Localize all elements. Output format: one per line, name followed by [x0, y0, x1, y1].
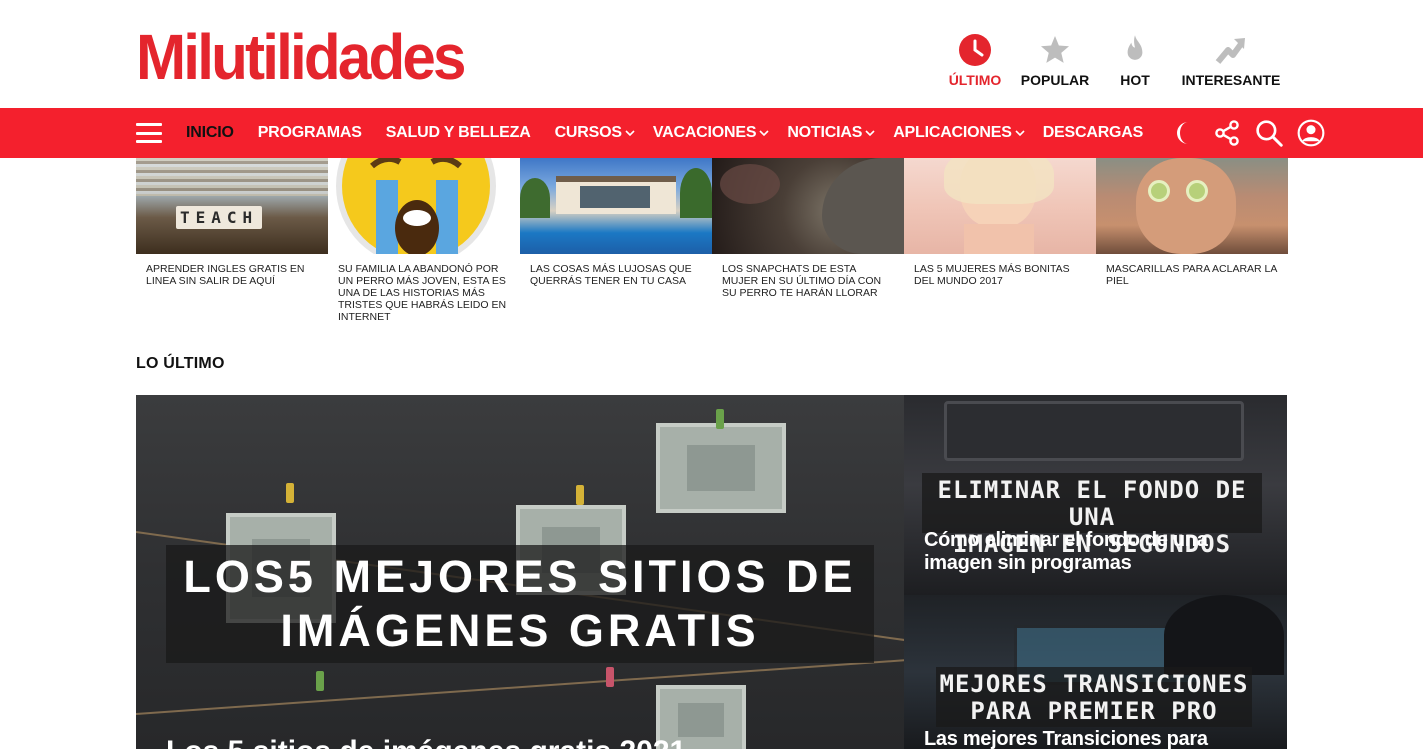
featured-title: Los 5 sitios de imágenes gratis 2021 — [166, 735, 866, 749]
nav-item-aplicaciones[interactable]: APLICACIONES — [893, 124, 1025, 142]
chevron-down-icon — [759, 130, 769, 137]
star-icon — [1038, 33, 1072, 67]
strip-article[interactable]: SU FAMILIA LA ABANDONÓ POR UN PERRO MÁS … — [328, 158, 520, 328]
chevron-down-icon — [1015, 130, 1025, 137]
strip-article[interactable]: LAS COSAS MÁS LUJOSAS QUE QUERRÁS TENER … — [520, 158, 712, 328]
nav-item-cursos[interactable]: CURSOS — [555, 124, 635, 142]
quick-nav-label: ÚLTIMO — [948, 72, 1002, 88]
user-icon[interactable] — [1297, 119, 1325, 147]
strip-article[interactable]: MASCARILLAS PARA ACLARAR LA PIEL — [1096, 158, 1288, 328]
featured-banner: LOS5 MEJORES SITIOS DE IMÁGENES GRATIS — [166, 545, 874, 663]
quick-nav-hot[interactable]: HOT — [1095, 33, 1175, 88]
article-strip: TEACH APRENDER INGLES GRATIS EN LINEA SI… — [136, 158, 1288, 328]
banner-line: ELIMINAR EL FONDO DE UNA — [937, 476, 1247, 531]
main-navbar: INICIO PROGRAMAS SALUD Y BELLEZA CURSOS … — [0, 108, 1423, 158]
article-caption: LOS SNAPCHATS DE ESTA MUJER EN SU ÚLTIMO… — [722, 263, 882, 299]
chevron-down-icon — [625, 130, 635, 137]
featured-main-article[interactable]: LOS5 MEJORES SITIOS DE IMÁGENES GRATIS L… — [136, 395, 904, 749]
search-icon[interactable] — [1255, 119, 1283, 147]
banner-line: MEJORES TRANSICIONES — [939, 670, 1249, 698]
nav-item-inicio[interactable]: INICIO — [186, 124, 234, 142]
article-image: TEACH — [136, 158, 328, 254]
quick-nav-ultimo[interactable]: ÚLTIMO — [935, 33, 1015, 88]
featured-banner: MEJORES TRANSICIONES PARA PREMIER PRO — [936, 667, 1252, 727]
clock-icon — [958, 33, 992, 67]
article-caption: LAS COSAS MÁS LUJOSAS QUE QUERRÁS TENER … — [530, 263, 692, 287]
featured-banner: ELIMINAR EL FONDO DE UNA IMAGEN EN SEGUN… — [922, 473, 1262, 558]
featured-side-article[interactable]: ELIMINAR EL FONDO DE UNA IMAGEN EN SEGUN… — [904, 395, 1287, 595]
nav-item-vacaciones[interactable]: VACACIONES — [653, 124, 770, 142]
article-image — [712, 158, 904, 254]
article-image — [1096, 158, 1288, 254]
nav-label: SALUD Y BELLEZA — [385, 124, 531, 141]
strip-article[interactable]: TEACH APRENDER INGLES GRATIS EN LINEA SI… — [136, 158, 328, 328]
nav-item-descargas[interactable]: DESCARGAS — [1042, 124, 1144, 142]
article-image — [520, 158, 712, 254]
nav-label: PROGRAMAS — [257, 124, 362, 141]
nav-item-programas[interactable]: PROGRAMAS — [258, 124, 362, 142]
article-caption: MASCARILLAS PARA ACLARAR LA PIEL — [1106, 263, 1277, 287]
article-caption: APRENDER INGLES GRATIS EN LINEA SIN SALI… — [146, 263, 305, 287]
teach-tiles: TEACH — [176, 206, 263, 229]
quick-nav-label: HOT — [1120, 72, 1150, 88]
crying-face-icon — [336, 158, 496, 254]
teach-text: TEACH — [176, 206, 263, 229]
article-caption: SU FAMILIA LA ABANDONÓ POR UN PERRO MÁS … — [338, 263, 507, 323]
dark-mode-icon[interactable] — [1171, 119, 1199, 147]
quick-nav-label: INTERESANTE — [1181, 72, 1281, 88]
nav-label: INICIO — [186, 124, 234, 141]
nav-label: DESCARGAS — [1042, 124, 1144, 141]
article-caption: LAS 5 MUJERES MÁS BONITAS DEL MUNDO 2017 — [914, 263, 1070, 287]
strip-article[interactable]: LAS 5 MUJERES MÁS BONITAS DEL MUNDO 2017 — [904, 158, 1096, 328]
featured-side-article[interactable]: MEJORES TRANSICIONES PARA PREMIER PRO La… — [904, 595, 1287, 749]
flame-icon — [1118, 33, 1152, 67]
nav-label: NOTICIAS — [787, 124, 863, 141]
nav-label: CURSOS — [554, 124, 622, 141]
featured-title: Cómo eliminar el fondo de una imagen sin… — [924, 529, 1208, 574]
quick-nav-label: POPULAR — [1020, 72, 1090, 88]
banner-line: IMÁGENES GRATIS — [280, 605, 760, 656]
site-header: Milutilidades ÚLTIMO POPULAR HOT INTERES… — [0, 0, 1423, 108]
menu-icon[interactable] — [136, 123, 162, 143]
nav-label: VACACIONES — [652, 124, 757, 141]
featured-title: Las mejores Transiciones para — [924, 728, 1208, 749]
quick-nav-popular[interactable]: POPULAR — [1015, 33, 1095, 88]
quick-nav: ÚLTIMO POPULAR HOT INTERESANTE — [935, 33, 1287, 88]
quick-nav-interesante[interactable]: INTERESANTE — [1175, 33, 1287, 88]
article-image — [328, 158, 520, 254]
banner-line: PARA PREMIER PRO — [970, 697, 1218, 725]
chevron-down-icon — [865, 130, 875, 137]
nav-item-salud-y-belleza[interactable]: SALUD Y BELLEZA — [386, 124, 531, 142]
strip-article[interactable]: LOS SNAPCHATS DE ESTA MUJER EN SU ÚLTIMO… — [712, 158, 904, 328]
site-logo[interactable]: Milutilidades — [136, 22, 466, 92]
article-image — [904, 158, 1096, 254]
nav-label: APLICACIONES — [893, 124, 1012, 141]
section-title: LO ÚLTIMO — [136, 355, 225, 372]
nav-item-noticias[interactable]: NOTICIAS — [787, 124, 875, 142]
share-icon[interactable] — [1213, 119, 1241, 147]
trending-arrow-icon — [1214, 33, 1248, 67]
banner-line: LOS5 MEJORES SITIOS DE — [183, 551, 857, 602]
